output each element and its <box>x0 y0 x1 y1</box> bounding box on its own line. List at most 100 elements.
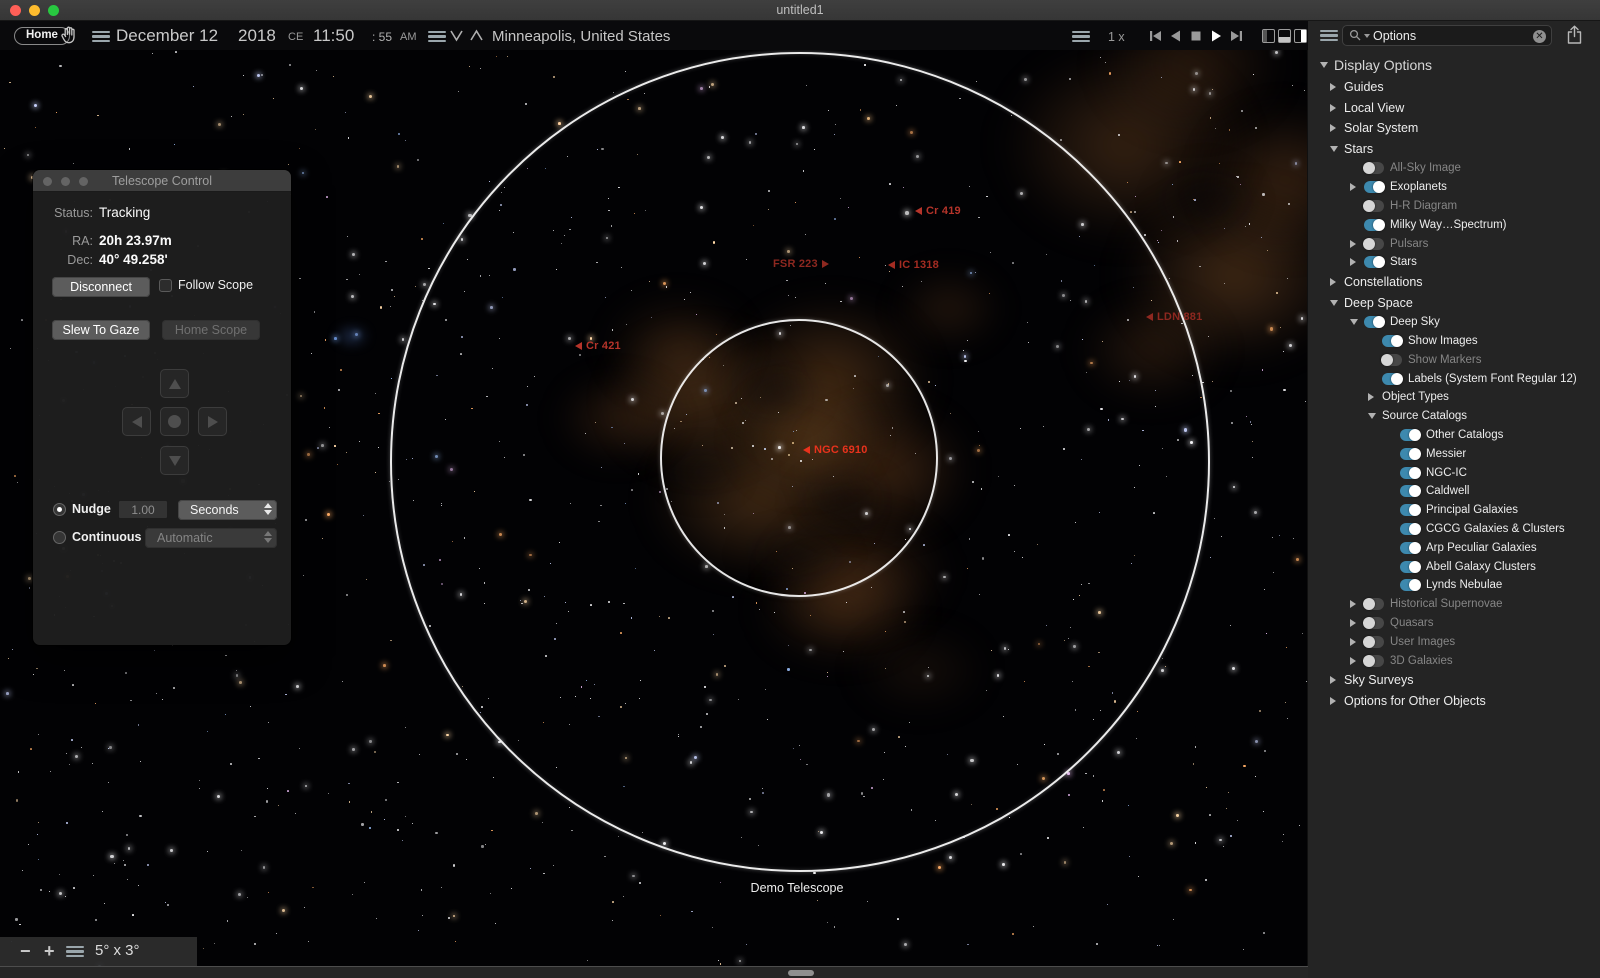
time-speed[interactable]: 1 x <box>1108 30 1125 44</box>
toggle-ngc-ic[interactable] <box>1400 467 1420 479</box>
zoom-out-button[interactable]: − <box>20 937 31 966</box>
nudge-unit-select[interactable]: Seconds <box>178 500 277 520</box>
toolbar-time[interactable]: 11:50 <box>313 26 354 46</box>
minimize-button[interactable] <box>29 5 40 16</box>
sidebar-item-user-images[interactable]: User Images <box>1308 632 1600 651</box>
continuous-radio[interactable] <box>53 531 66 544</box>
step-back-button[interactable] <box>1168 28 1184 44</box>
toolbar-seconds[interactable]: : 55 <box>372 30 392 44</box>
sidebar-item-principal-galaxies[interactable]: Principal Galaxies <box>1308 501 1600 520</box>
nudge-stop-button[interactable] <box>160 407 189 436</box>
sidebar-item-all-sky-image[interactable]: All-Sky Image <box>1308 159 1600 178</box>
sidebar-item-h-r-diagram[interactable]: H-R Diagram <box>1308 197 1600 216</box>
sidebar-item-caldwell[interactable]: Caldwell <box>1308 482 1600 501</box>
toggle-labels-system-font-regular-12[interactable] <box>1382 373 1402 385</box>
toggle-pulsars[interactable] <box>1364 238 1384 250</box>
horizontal-scrollbar[interactable] <box>0 966 1308 978</box>
sidebar-item-pulsars[interactable]: Pulsars <box>1308 234 1600 253</box>
toolbar-era[interactable]: CE <box>288 31 303 43</box>
sidebar-item-constellations[interactable]: Constellations <box>1308 272 1600 293</box>
disclosure-triangle-icon[interactable] <box>1350 600 1364 608</box>
chevron-down-icon[interactable] <box>449 28 464 43</box>
nudge-radio[interactable] <box>53 503 66 516</box>
sidebar-item-milky-way-spectrum[interactable]: Milky Way…Spectrum) <box>1308 215 1600 234</box>
disclosure-triangle-icon[interactable] <box>1350 240 1364 248</box>
sidebar-item-abell-galaxy-clusters[interactable]: Abell Galaxy Clusters <box>1308 557 1600 576</box>
sidebar-item-other-catalogs[interactable]: Other Catalogs <box>1308 426 1600 445</box>
stop-button[interactable] <box>1188 28 1204 44</box>
object-label-ldn-881[interactable]: LDN 881 <box>1146 311 1202 323</box>
play-button[interactable] <box>1208 28 1224 44</box>
disclosure-triangle-icon[interactable] <box>1330 83 1344 91</box>
sidebar-menu-icon[interactable] <box>1320 30 1338 41</box>
disclosure-triangle-icon[interactable] <box>1350 319 1364 325</box>
toggle-exoplanets[interactable] <box>1364 181 1384 193</box>
sidebar-item-cgcg-galaxies-clusters[interactable]: CGCG Galaxies & Clusters <box>1308 520 1600 539</box>
sidebar-item-local-view[interactable]: Local View <box>1308 98 1600 119</box>
sidebar-item-guides[interactable]: Guides <box>1308 77 1600 98</box>
disclosure-triangle-icon[interactable] <box>1350 657 1364 665</box>
maximize-button[interactable] <box>48 5 59 16</box>
disclosure-triangle-icon[interactable] <box>1350 619 1364 627</box>
object-label-ngc-6910[interactable]: NGC 6910 <box>803 444 868 456</box>
fov-menu-icon[interactable] <box>66 946 84 957</box>
sidebar-item-historical-supernovae[interactable]: Historical Supernovae <box>1308 595 1600 614</box>
disclosure-triangle-icon[interactable] <box>1330 146 1344 152</box>
disclosure-triangle-icon[interactable] <box>1368 413 1382 419</box>
object-label-cr-419[interactable]: Cr 419 <box>915 205 961 217</box>
toggle-arp-peculiar-galaxies[interactable] <box>1400 542 1420 554</box>
location-menu-icon[interactable] <box>428 31 446 42</box>
skip-forward-button[interactable] <box>1228 28 1244 44</box>
search-scope-chevron-icon[interactable] <box>1364 34 1370 38</box>
skip-back-button[interactable] <box>1148 28 1164 44</box>
object-label-ic-1318[interactable]: IC 1318 <box>888 259 939 271</box>
disclosure-triangle-icon[interactable] <box>1350 258 1364 266</box>
disclosure-triangle-icon[interactable] <box>1350 638 1364 646</box>
sidebar-item-solar-system[interactable]: Solar System <box>1308 118 1600 139</box>
toggle-deep-sky[interactable] <box>1364 316 1384 328</box>
panel-left-toggle[interactable] <box>1262 29 1275 43</box>
share-icon[interactable] <box>1566 25 1583 50</box>
toggle-3d-galaxies[interactable] <box>1364 655 1384 667</box>
nudge-right-button[interactable] <box>198 407 227 436</box>
zoom-in-button[interactable]: + <box>44 937 55 966</box>
panel-right-toggle[interactable] <box>1294 29 1307 43</box>
sidebar-item-ngc-ic[interactable]: NGC-IC <box>1308 463 1600 482</box>
disclosure-triangle-icon[interactable] <box>1330 124 1344 132</box>
search-clear-button[interactable]: ✕ <box>1533 30 1546 43</box>
disclosure-triangle-icon[interactable] <box>1368 393 1382 401</box>
disclosure-triangle-icon[interactable] <box>1350 183 1364 191</box>
pan-hand-icon[interactable] <box>60 25 79 50</box>
toggle-show-images[interactable] <box>1382 335 1402 347</box>
toggle-quasars[interactable] <box>1364 617 1384 629</box>
sidebar-item-3d-galaxies[interactable]: 3D Galaxies <box>1308 651 1600 670</box>
toolbar-ampm[interactable]: AM <box>400 31 417 43</box>
chevron-up-icon[interactable] <box>469 28 484 43</box>
toolbar-date[interactable]: December 12 <box>116 26 218 46</box>
toggle-milky-way-spectrum[interactable] <box>1364 219 1384 231</box>
toggle-stars[interactable] <box>1364 256 1384 268</box>
time-flow-menu-icon[interactable] <box>1072 31 1090 42</box>
close-button[interactable] <box>10 5 21 16</box>
toggle-abell-galaxy-clusters[interactable] <box>1400 561 1420 573</box>
nudge-down-button[interactable] <box>160 446 189 475</box>
options-search-field[interactable]: ✕ <box>1342 25 1552 46</box>
sidebar-item-labels-system-font-regular-12[interactable]: Labels (System Font Regular 12) <box>1308 369 1600 388</box>
toggle-principal-galaxies[interactable] <box>1400 504 1420 516</box>
telescope-panel-titlebar[interactable]: Telescope Control <box>33 170 291 192</box>
sidebar-item-show-images[interactable]: Show Images <box>1308 332 1600 351</box>
sidebar-item-source-catalogs[interactable]: Source Catalogs <box>1308 407 1600 426</box>
follow-scope-checkbox[interactable] <box>159 279 172 292</box>
toggle-user-images[interactable] <box>1364 636 1384 648</box>
toggle-lynds-nebulae[interactable] <box>1400 579 1420 591</box>
disconnect-button[interactable]: Disconnect <box>52 277 150 297</box>
disclosure-triangle-icon[interactable] <box>1330 697 1344 705</box>
toggle-h-r-diagram[interactable] <box>1364 200 1384 212</box>
nudge-left-button[interactable] <box>122 407 151 436</box>
horizontal-scrollbar-thumb[interactable] <box>788 970 814 976</box>
disclosure-triangle-icon[interactable] <box>1330 300 1344 306</box>
slew-to-gaze-button[interactable]: Slew To Gaze <box>52 320 150 340</box>
sidebar-item-sky-surveys[interactable]: Sky Surveys <box>1308 670 1600 691</box>
sidebar-item-show-markers[interactable]: Show Markers <box>1308 350 1600 369</box>
nudge-up-button[interactable] <box>160 369 189 398</box>
